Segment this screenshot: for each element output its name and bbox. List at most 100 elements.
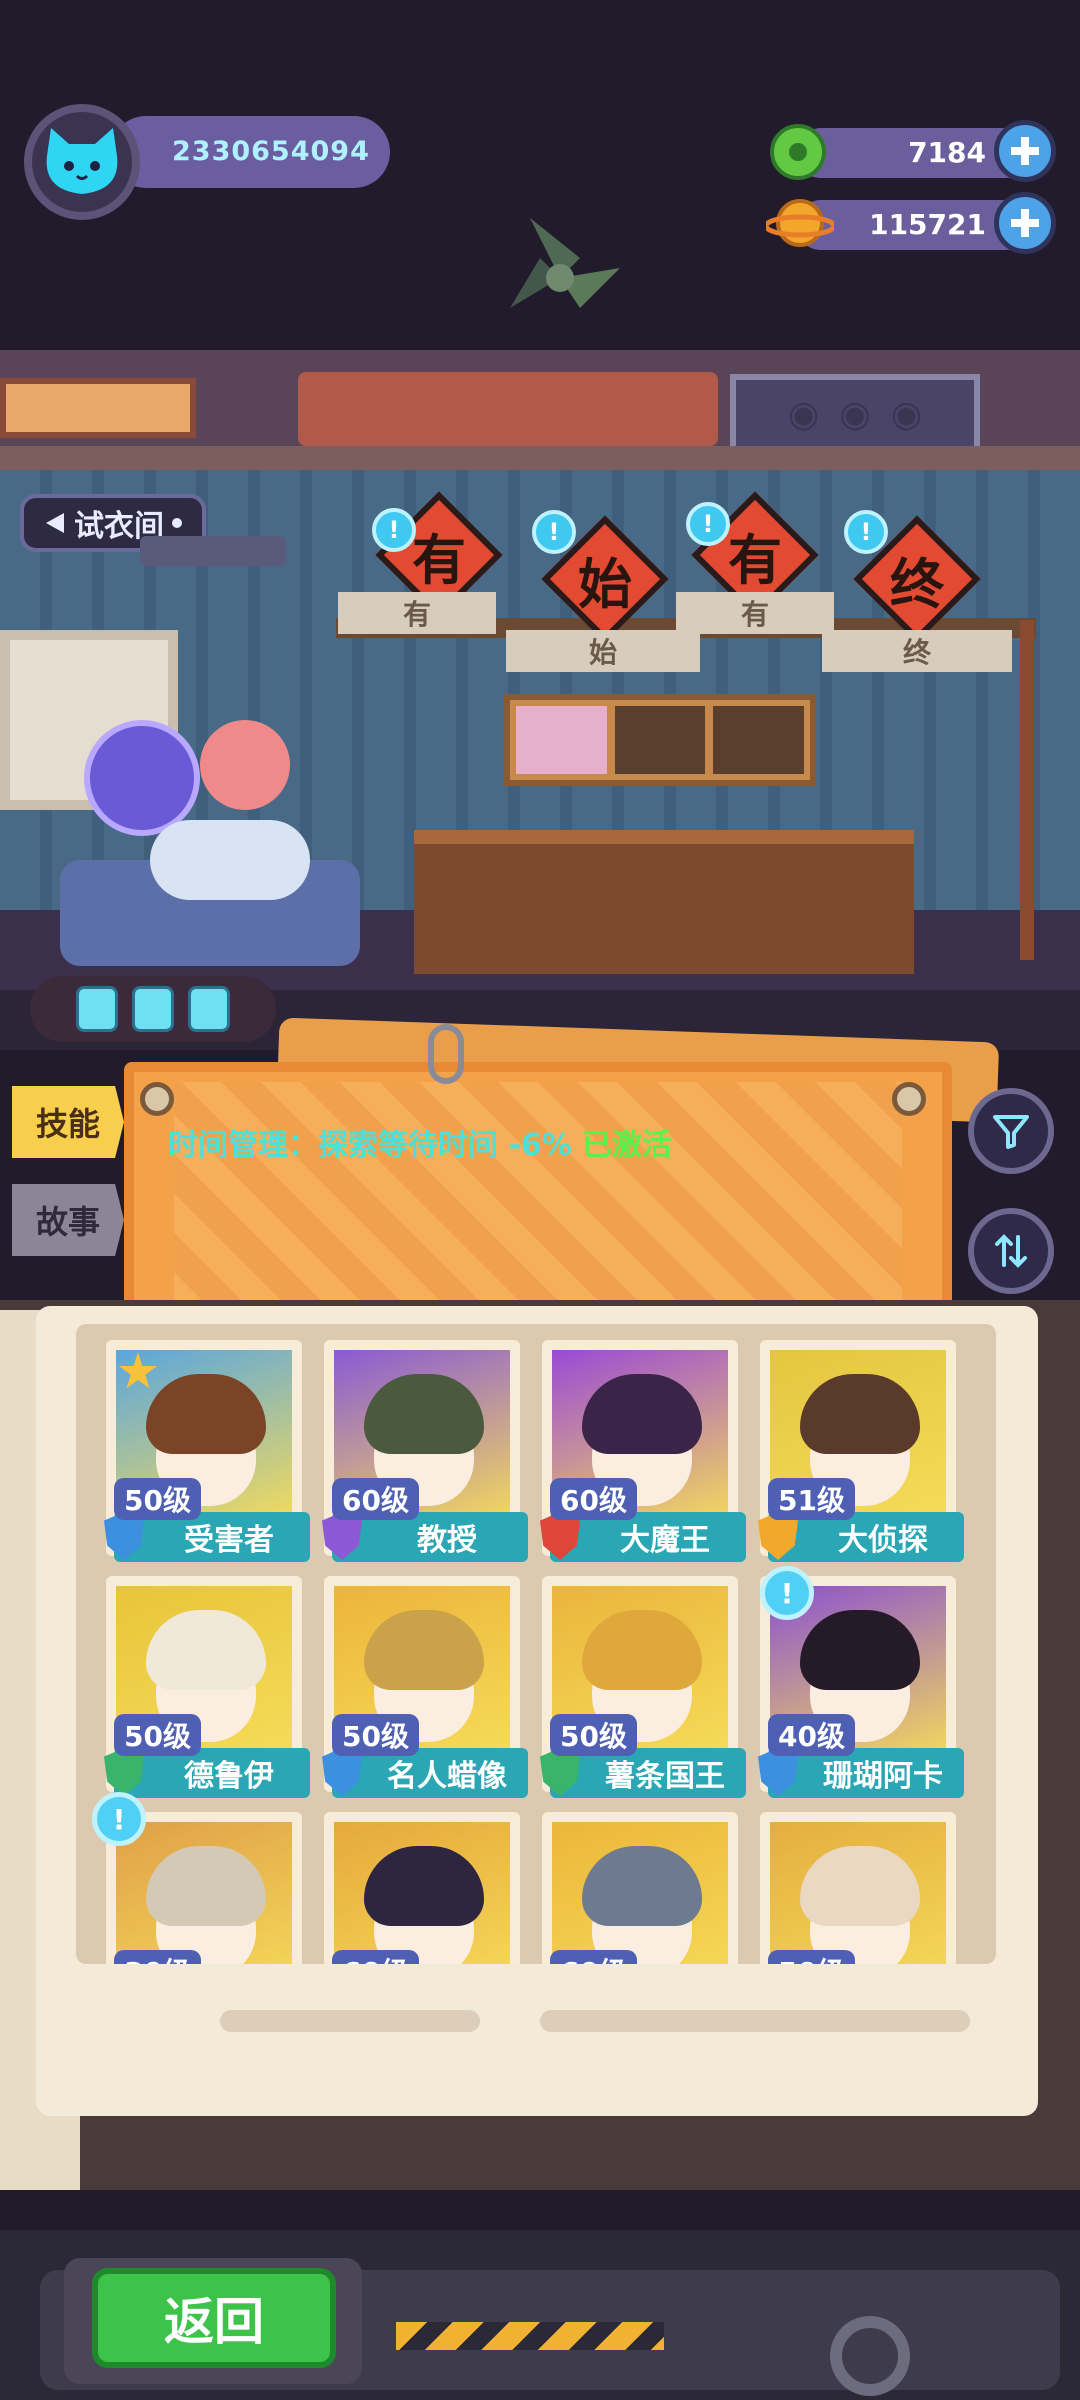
ghost-icon: ◉	[787, 393, 820, 435]
back-button[interactable]: 返回	[92, 2268, 336, 2368]
lightning-charge-icon	[76, 986, 118, 1032]
character-card[interactable]: 大魔王 60级	[540, 1340, 746, 1562]
coin-counter: 115721	[766, 192, 1056, 254]
character-group-avatar[interactable]	[84, 720, 200, 836]
character-card[interactable]: 教授 60级	[322, 1340, 528, 1562]
player-id: 2330654094	[172, 136, 370, 167]
character-card[interactable]: 30级!	[92, 1792, 302, 1964]
plaque: 始	[506, 630, 700, 672]
notification-bubble-icon[interactable]: !	[92, 1792, 146, 1846]
character-hair	[364, 1846, 484, 1926]
ceiling-fan-icon	[510, 218, 620, 308]
plus-icon	[1011, 137, 1039, 165]
character-portrait	[552, 1822, 728, 1964]
shelf-trim	[0, 446, 1080, 470]
character-card[interactable]: 60级	[542, 1812, 738, 1964]
notification-bubble-icon[interactable]: !	[844, 510, 888, 554]
lightning-charge-icon	[188, 986, 230, 1032]
desk	[414, 830, 914, 974]
character-hair	[800, 1846, 920, 1926]
filter-button[interactable]	[968, 1088, 1054, 1174]
filter-funnel-icon	[993, 1115, 1029, 1149]
plaque: 有	[676, 592, 834, 634]
hazard-stripe	[396, 2322, 664, 2350]
character-grid[interactable]: 受害者 50级 教授 60级 大魔王 60级 大侦探 51级德鲁伊 50级 名人蜡像 50级 薯条国王…	[76, 1324, 996, 1964]
plus-icon	[1011, 209, 1039, 237]
pin-icon	[140, 1082, 174, 1116]
plaque: 终	[822, 630, 1012, 672]
character-card[interactable]: 60级	[324, 1812, 520, 1964]
character-level: 30级	[114, 1950, 201, 1964]
lamp	[140, 536, 286, 566]
coat-stand	[1020, 620, 1034, 960]
add-gems-button[interactable]	[994, 120, 1056, 182]
blurred-text	[540, 2010, 970, 2032]
ghost-icon: ◉	[839, 393, 871, 435]
character-portrait	[116, 1822, 292, 1964]
character-group-avatar[interactable]	[200, 720, 290, 810]
character-card[interactable]: 珊瑚阿卡 40级!	[758, 1566, 964, 1798]
character-level: 50级	[768, 1950, 855, 1964]
character-portrait	[770, 1822, 946, 1964]
character-hair	[146, 1610, 266, 1690]
character-hair	[364, 1610, 484, 1690]
character-level: 51级	[768, 1478, 855, 1520]
character-card[interactable]: 50级	[760, 1812, 956, 1964]
skill-charges	[30, 976, 276, 1042]
vent-panel	[0, 378, 196, 438]
character-card[interactable]: 大侦探 51级	[758, 1340, 964, 1562]
tab-skill[interactable]: 技能	[12, 1086, 124, 1158]
character-card[interactable]: 名人蜡像 50级	[322, 1576, 528, 1798]
character-level: 50级	[114, 1714, 201, 1756]
character-card[interactable]: 受害者 50级	[104, 1340, 310, 1562]
notification-bubble-icon[interactable]: !	[760, 1566, 814, 1620]
book-footer-text	[220, 2010, 980, 2046]
sort-button[interactable]	[968, 1208, 1054, 1294]
dot-icon	[172, 518, 182, 528]
gold-planet-coin-icon	[766, 199, 834, 247]
character-hair	[146, 1846, 266, 1926]
board-pattern	[174, 1082, 902, 1312]
display-slot	[614, 706, 706, 774]
ghost-display: ◉ ◉ ◉	[730, 374, 980, 454]
character-level: 50级	[114, 1478, 201, 1520]
character-hair	[582, 1610, 702, 1690]
character-level: 40级	[768, 1714, 855, 1756]
character-hair	[800, 1374, 920, 1454]
lightning-charge-icon	[132, 986, 174, 1032]
gem-counter: 7184	[766, 120, 1056, 182]
cat-avatar-icon	[46, 128, 118, 194]
plaque: 有	[338, 592, 496, 634]
display-slot	[516, 706, 607, 774]
gem-value: 7184	[908, 136, 986, 169]
character-hair	[146, 1374, 266, 1454]
character-hair	[582, 1846, 702, 1926]
sort-arrows-icon	[995, 1234, 1027, 1268]
avatar[interactable]	[24, 104, 140, 220]
paper-clip-icon	[428, 1024, 464, 1084]
character-level: 60级	[550, 1478, 637, 1520]
notification-bubble-icon[interactable]: !	[532, 510, 576, 554]
character-hair	[582, 1374, 702, 1454]
green-donut-gem-icon	[770, 124, 826, 180]
character-level: 60级	[332, 1950, 419, 1964]
add-coins-button[interactable]	[994, 192, 1056, 254]
notification-bubble-icon[interactable]: !	[686, 502, 730, 546]
ghost-icon: ◉	[890, 393, 923, 435]
character-level: 50级	[550, 1714, 637, 1756]
character-card[interactable]: 薯条国王 50级	[540, 1576, 746, 1798]
tab-story[interactable]: 故事	[12, 1184, 124, 1256]
character-portrait	[334, 1822, 510, 1964]
skill-description: 时间管理：探索等待时间 -6%	[168, 1128, 572, 1163]
blurred-text	[220, 2010, 480, 2032]
character-level: 50级	[332, 1714, 419, 1756]
display-slot	[713, 706, 805, 774]
player-profile[interactable]: 2330654094	[24, 104, 390, 220]
character-hair	[364, 1374, 484, 1454]
character-card[interactable]: 德鲁伊 50级	[104, 1576, 310, 1798]
triangle-left-icon	[46, 513, 64, 533]
character-level: 60级	[550, 1950, 637, 1964]
character-hair	[800, 1610, 920, 1690]
character-level: 60级	[332, 1478, 419, 1520]
notification-bubble-icon[interactable]: !	[372, 508, 416, 552]
